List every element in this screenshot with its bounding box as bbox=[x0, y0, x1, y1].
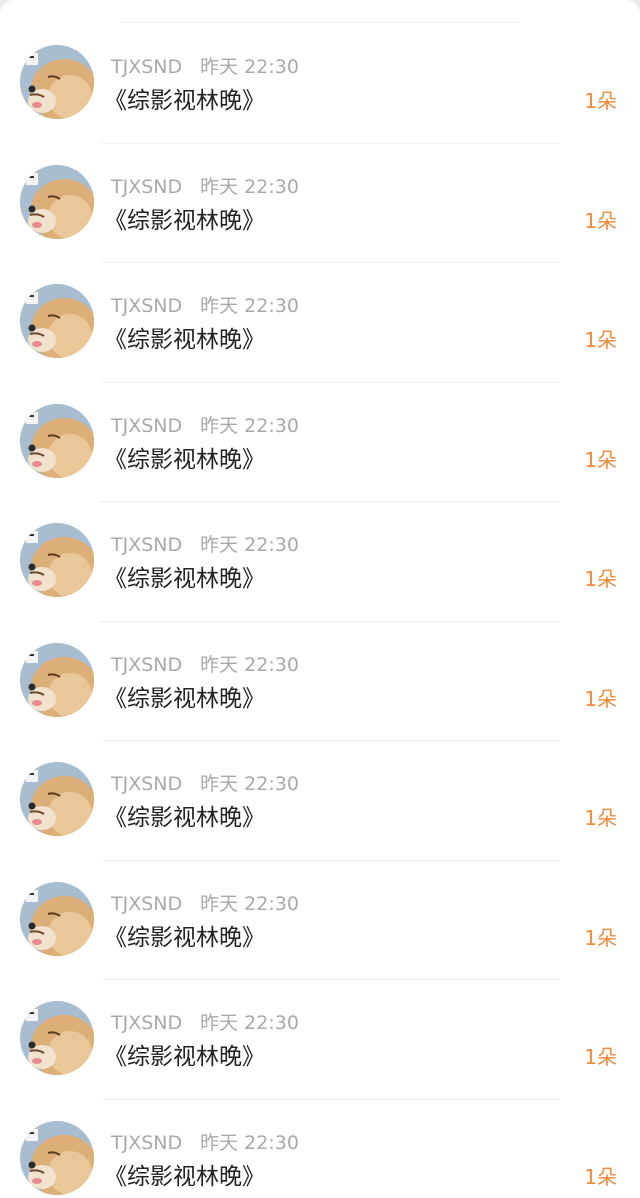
gift-list: TJXSND 昨天 22:30 《综影视林晚》 1朵 TJXSND 昨天 22:… bbox=[0, 24, 640, 1198]
list-item[interactable]: TJXSND 昨天 22:30 《综影视林晚》 1朵 bbox=[0, 622, 640, 742]
timestamp: 昨天 22:30 bbox=[200, 56, 299, 78]
book-title[interactable]: 《综影视林晚》 bbox=[104, 1160, 265, 1194]
avatar[interactable] bbox=[20, 642, 94, 717]
avatar[interactable] bbox=[20, 284, 94, 358]
username[interactable]: TJXSND bbox=[111, 415, 182, 437]
gift-record-panel: TJXSND 昨天 22:30 《综影视林晚》 1朵 TJXSND 昨天 22:… bbox=[0, 0, 640, 1198]
list-item[interactable]: TJXSND 昨天 22:30 《综影视林晚》 1朵 bbox=[0, 383, 640, 503]
list-item[interactable]: TJXSND 昨天 22:30 《综影视林晚》 1朵 bbox=[0, 741, 640, 861]
gift-count: 1朵 bbox=[584, 447, 617, 472]
book-title[interactable]: 《综影视林晚》 bbox=[104, 921, 265, 955]
avatar[interactable] bbox=[20, 762, 94, 836]
list-item[interactable]: TJXSND 昨天 22:30 《综影视林晚》 1朵 bbox=[0, 144, 640, 264]
item-meta: TJXSND 昨天 22:30 bbox=[111, 891, 299, 917]
username[interactable]: TJXSND bbox=[111, 1012, 182, 1034]
timestamp: 昨天 22:30 bbox=[200, 892, 299, 915]
username[interactable]: TJXSND bbox=[111, 1132, 182, 1154]
book-title[interactable]: 《综影视林晚》 bbox=[104, 443, 265, 477]
username[interactable]: TJXSND bbox=[111, 654, 182, 676]
book-title[interactable]: 《综影视林晚》 bbox=[104, 801, 265, 835]
item-meta: TJXSND 昨天 22:30 bbox=[111, 413, 299, 439]
list-item[interactable]: TJXSND 昨天 22:30 《综影视林晚》 1朵 bbox=[0, 24, 640, 144]
gift-count: 1朵 bbox=[584, 328, 617, 352]
item-meta: TJXSND 昨天 22:30 bbox=[111, 1130, 299, 1156]
username[interactable]: TJXSND bbox=[111, 295, 182, 317]
gift-count: 1朵 bbox=[584, 1045, 617, 1069]
gift-count: 1朵 bbox=[584, 806, 617, 830]
book-title[interactable]: 《综影视林晚》 bbox=[104, 562, 265, 596]
avatar[interactable] bbox=[20, 1001, 94, 1075]
avatar[interactable] bbox=[20, 881, 94, 956]
timestamp: 昨天 22:30 bbox=[200, 534, 299, 556]
gift-count: 1朵 bbox=[584, 208, 617, 233]
book-title[interactable]: 《综影视林晚》 bbox=[104, 84, 265, 118]
avatar[interactable] bbox=[20, 1120, 94, 1195]
item-meta: TJXSND 昨天 22:30 bbox=[111, 532, 299, 558]
item-meta: TJXSND 昨天 22:30 bbox=[111, 293, 299, 319]
timestamp: 昨天 22:30 bbox=[200, 653, 299, 676]
username[interactable]: TJXSND bbox=[111, 56, 182, 78]
list-item[interactable]: TJXSND 昨天 22:30 《综影视林晚》 1朵 bbox=[0, 861, 640, 981]
avatar[interactable] bbox=[20, 45, 94, 119]
book-title[interactable]: 《综影视林晚》 bbox=[104, 682, 265, 716]
timestamp: 昨天 22:30 bbox=[200, 295, 299, 317]
avatar[interactable] bbox=[20, 164, 94, 239]
gift-count: 1朵 bbox=[584, 89, 617, 113]
timestamp: 昨天 22:30 bbox=[200, 1012, 299, 1034]
list-item[interactable]: TJXSND 昨天 22:30 《综影视林晚》 1朵 bbox=[0, 263, 640, 383]
book-title[interactable]: 《综影视林晚》 bbox=[104, 204, 265, 238]
list-item[interactable]: TJXSND 昨天 22:30 《综影视林晚》 1朵 bbox=[0, 980, 640, 1100]
timestamp: 昨天 22:30 bbox=[200, 1131, 299, 1154]
timestamp: 昨天 22:30 bbox=[200, 773, 299, 795]
item-meta: TJXSND 昨天 22:30 bbox=[111, 54, 299, 80]
item-meta: TJXSND 昨天 22:30 bbox=[111, 174, 299, 200]
timestamp: 昨天 22:30 bbox=[200, 414, 299, 437]
list-item[interactable]: TJXSND 昨天 22:30 《综影视林晚》 1朵 bbox=[0, 502, 640, 622]
book-title[interactable]: 《综影视林晚》 bbox=[104, 1040, 265, 1074]
timestamp: 昨天 22:30 bbox=[200, 175, 299, 198]
book-title[interactable]: 《综影视林晚》 bbox=[104, 323, 265, 357]
item-meta: TJXSND 昨天 22:30 bbox=[111, 1010, 299, 1036]
gift-count: 1朵 bbox=[584, 686, 617, 711]
item-meta: TJXSND 昨天 22:30 bbox=[111, 652, 299, 678]
avatar[interactable] bbox=[20, 523, 94, 597]
divider bbox=[120, 22, 520, 23]
list-item[interactable]: TJXSND 昨天 22:30 《综影视林晚》 1朵 bbox=[0, 1100, 640, 1198]
item-meta: TJXSND 昨天 22:30 bbox=[111, 771, 299, 797]
username[interactable]: TJXSND bbox=[111, 893, 182, 915]
gift-count: 1朵 bbox=[584, 1164, 617, 1189]
gift-count: 1朵 bbox=[584, 925, 617, 950]
username[interactable]: TJXSND bbox=[111, 773, 182, 795]
username[interactable]: TJXSND bbox=[111, 534, 182, 556]
gift-count: 1朵 bbox=[584, 567, 617, 591]
avatar[interactable] bbox=[20, 403, 94, 478]
username[interactable]: TJXSND bbox=[111, 176, 182, 198]
